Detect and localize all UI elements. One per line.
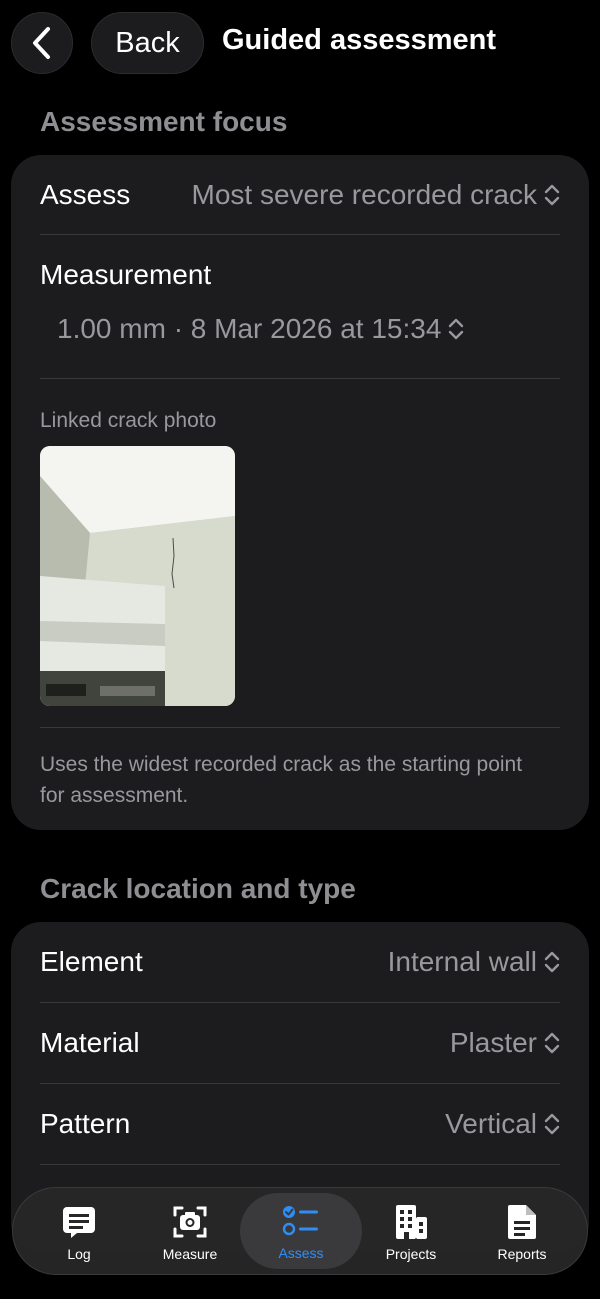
tab-bar: Log Measure Assess Projects Reports xyxy=(12,1187,588,1275)
assessment-footnote: Uses the widest recorded crack as the st… xyxy=(40,753,523,807)
linked-crack-photo[interactable] xyxy=(40,446,235,706)
divider xyxy=(40,378,560,379)
tab-measure-label: Measure xyxy=(162,1246,218,1262)
tab-assess-label: Assess xyxy=(278,1245,324,1261)
tab-reports-label: Reports xyxy=(497,1246,547,1262)
element-value: Internal wall xyxy=(387,946,537,977)
chevron-up-down-icon xyxy=(544,951,560,973)
material-value: Plaster xyxy=(449,1027,537,1058)
tab-log[interactable]: Log xyxy=(24,1188,134,1276)
chevron-up-down-icon xyxy=(544,1113,560,1135)
chevron-up-down-icon xyxy=(544,184,560,206)
divider xyxy=(40,1164,560,1165)
page-title: Guided assessment xyxy=(222,24,496,56)
pattern-value: Vertical xyxy=(445,1108,537,1139)
back-chevron-button[interactable] xyxy=(11,12,73,74)
crack-photo-image xyxy=(40,446,235,706)
screen: Back Guided assessment Assessment focus … xyxy=(0,0,600,1299)
measurement-picker[interactable]: 1.00 mm · 8 Mar 2026 at 15:34 xyxy=(57,313,465,345)
element-picker[interactable]: Internal wall xyxy=(388,946,561,978)
tab-measure[interactable]: Measure xyxy=(135,1188,245,1276)
element-label: Element xyxy=(40,946,143,977)
pattern-row[interactable]: Pattern Vertical xyxy=(11,1084,589,1164)
log-icon xyxy=(59,1202,99,1242)
tab-assess[interactable]: Assess xyxy=(240,1193,362,1269)
assess-value: Most severe recorded crack xyxy=(191,179,537,210)
assessment-focus-card: Assess Most severe recorded crack Measur… xyxy=(11,155,589,830)
assess-picker[interactable]: Most severe recorded crack xyxy=(192,179,561,211)
checklist-icon xyxy=(281,1201,321,1241)
photo-caption: Linked crack photo xyxy=(40,409,217,432)
element-row[interactable]: Element Internal wall xyxy=(11,922,589,1002)
tab-projects-label: Projects xyxy=(385,1246,437,1262)
camera-icon xyxy=(170,1202,210,1242)
divider xyxy=(40,234,560,235)
measurement-value: 1.00 mm · 8 Mar 2026 at 15:34 xyxy=(57,313,442,344)
material-label: Material xyxy=(40,1027,140,1058)
chevron-left-icon xyxy=(33,27,50,59)
chevron-up-down-icon xyxy=(449,318,464,340)
assess-row[interactable]: Assess Most severe recorded crack xyxy=(11,155,589,235)
back-button[interactable]: Back xyxy=(91,12,204,74)
measurement-label: Measurement xyxy=(40,259,212,290)
divider xyxy=(40,727,560,728)
material-row[interactable]: Material Plaster xyxy=(11,1003,589,1083)
section-header-crack-location: Crack location and type xyxy=(40,873,356,904)
material-picker[interactable]: Plaster xyxy=(450,1027,561,1059)
tab-reports[interactable]: Reports xyxy=(467,1188,577,1276)
pattern-picker[interactable]: Vertical xyxy=(445,1108,561,1140)
tab-projects[interactable]: Projects xyxy=(356,1188,466,1276)
document-icon xyxy=(502,1202,542,1242)
building-icon xyxy=(391,1202,431,1242)
section-header-assessment-focus: Assessment focus xyxy=(40,106,288,137)
chevron-up-down-icon xyxy=(544,1032,560,1054)
pattern-label: Pattern xyxy=(40,1108,131,1139)
tab-log-label: Log xyxy=(67,1246,91,1262)
assess-label: Assess xyxy=(40,179,131,210)
